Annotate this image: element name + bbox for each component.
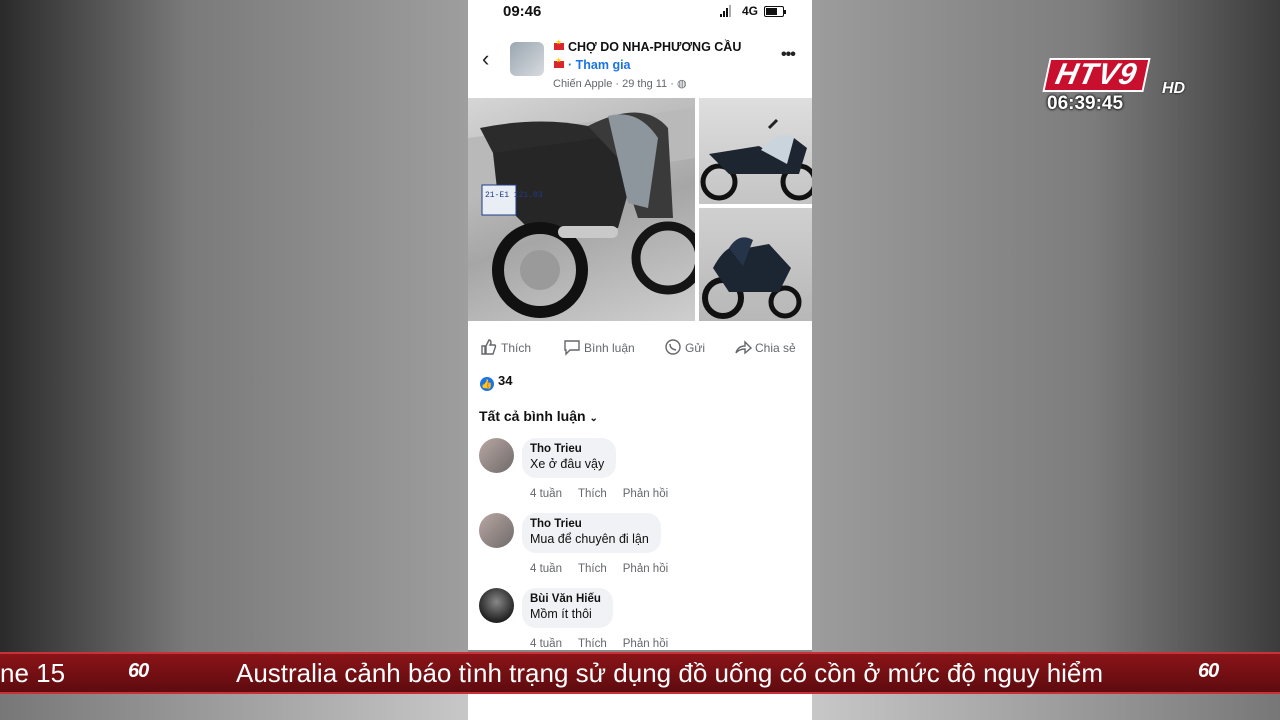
comment-like-link[interactable]: Thích [578, 563, 607, 575]
battery-icon [764, 6, 786, 17]
comment-meta: 4 tuần Thích Phản hồi [530, 638, 684, 650]
post-meta: Chiến Apple · 29 thg 11 · ◍ [553, 78, 687, 90]
flag-icon [554, 57, 564, 68]
comment-reply-link[interactable]: Phản hồi [623, 488, 668, 500]
comment-author[interactable]: Tho Trieu [530, 443, 604, 455]
globe-icon: ◍ [676, 78, 687, 90]
news-ticker: ne 15 60 Australia cảnh báo tình trạng s… [0, 652, 1280, 694]
motorbike-photo-front[interactable] [699, 208, 812, 321]
back-icon[interactable]: ‹ [482, 46, 489, 72]
motorbike-illustration-front [702, 237, 802, 319]
comment-item: Tho Trieu Xe ở đâu vậy 4 tuần Thích Phản h… [468, 438, 812, 510]
comment-age: 4 tuần [530, 488, 562, 500]
group-avatar[interactable] [510, 42, 544, 76]
comment-meta: 4 tuần Thích Phản hồi [530, 488, 684, 500]
comment-age: 4 tuần [530, 638, 562, 650]
comment-like-link[interactable]: Thích [578, 638, 607, 650]
comment-bubble: Tho Trieu Mua để chuyên đi lận [522, 513, 661, 553]
comment-reply-link[interactable]: Phản hồi [623, 638, 668, 650]
post-actions: Thích Bình luận Gửi Chia sẻ [468, 330, 812, 364]
photo-grid: 21-E1 121.03 [468, 98, 812, 321]
comment-author[interactable]: Bùi Văn Hiếu [530, 593, 601, 605]
avatar[interactable] [479, 588, 514, 623]
broadcast-clock: 06:39:45 [1047, 93, 1124, 114]
license-plate: 21-E1 121.03 [485, 191, 543, 200]
network-label: 4G [742, 4, 759, 18]
like-reaction-icon: 👍 [480, 377, 494, 391]
comment-icon [564, 340, 580, 356]
bottom-phone-edge [468, 692, 812, 720]
comment-item: Bùi Văn Hiếu Mồm ít thôi 4 tuần Thích Phản… [468, 588, 812, 650]
status-bar: 09:46 4G [468, 0, 812, 24]
flag-icon [554, 39, 564, 50]
background-blur-left [0, 0, 468, 720]
post-header: ‹ CHỢ DO NHA-PHƯƠNG CẦU · Tham gia Chiến… [468, 36, 812, 94]
comment-age: 4 tuần [530, 563, 562, 575]
comment-author[interactable]: Tho Trieu [530, 518, 649, 530]
comment-text: Xe ở đâu vậy [530, 457, 605, 471]
like-summary[interactable]: 👍 34 [480, 373, 512, 391]
motorbike-illustration-main: 21-E1 121.03 [468, 108, 695, 318]
comment-item: Tho Trieu Mua để chuyên đi lận 4 tuần Thí… [468, 513, 812, 585]
more-options-icon[interactable]: ••• [781, 46, 796, 64]
motorbike-illustration-side [700, 118, 812, 201]
thumbs-up-icon [481, 339, 497, 355]
comment-text: Mua để chuyên đi lận [530, 532, 649, 546]
comment-bubble: Tho Trieu Xe ở đâu vậy [522, 438, 617, 478]
comment-like-link[interactable]: Thích [578, 488, 607, 500]
join-link[interactable]: · Tham gia [554, 57, 631, 72]
ticker-headline: Australia cảnh báo tình trạng sử dụng đồ… [236, 658, 1104, 688]
signal-icon [720, 5, 734, 17]
avatar[interactable] [479, 513, 514, 548]
ticker-logo: 60 [128, 660, 149, 682]
send-button[interactable]: Gửi [664, 338, 705, 356]
avatar[interactable] [479, 438, 514, 473]
phone-screen: 09:46 4G ‹ CHỢ DO NHA-PHƯƠNG CẦU · Tham … [468, 0, 812, 650]
comment-reply-link[interactable]: Phản hồi [623, 563, 668, 575]
motorbike-photo-side[interactable] [699, 98, 812, 204]
ticker-logo: 60 [1198, 660, 1219, 682]
share-button[interactable]: Chia sẻ [734, 338, 796, 356]
status-time: 09:46 [503, 3, 542, 20]
comment-text: Mồm ít thôi [530, 607, 592, 621]
group-name[interactable]: CHỢ DO NHA-PHƯƠNG CẦU [554, 39, 741, 54]
comment-meta: 4 tuần Thích Phản hồi [530, 563, 684, 575]
chevron-down-icon: ⌄ [589, 413, 598, 424]
share-icon [735, 340, 753, 355]
whatsapp-icon [665, 339, 681, 355]
ticker-prev-text: ne 15 [0, 658, 66, 688]
channel-logo: HTV9 HD [1042, 58, 1196, 97]
comment-bubble: Bùi Văn Hiếu Mồm ít thôi [522, 588, 613, 628]
comment-button[interactable]: Bình luận [563, 338, 635, 356]
background-blur-right [812, 0, 1280, 720]
motorbike-photo-main[interactable]: 21-E1 121.03 [468, 98, 695, 321]
like-button[interactable]: Thích [480, 338, 531, 356]
all-comments-filter[interactable]: Tất cả bình luận ⌄ [479, 408, 598, 424]
